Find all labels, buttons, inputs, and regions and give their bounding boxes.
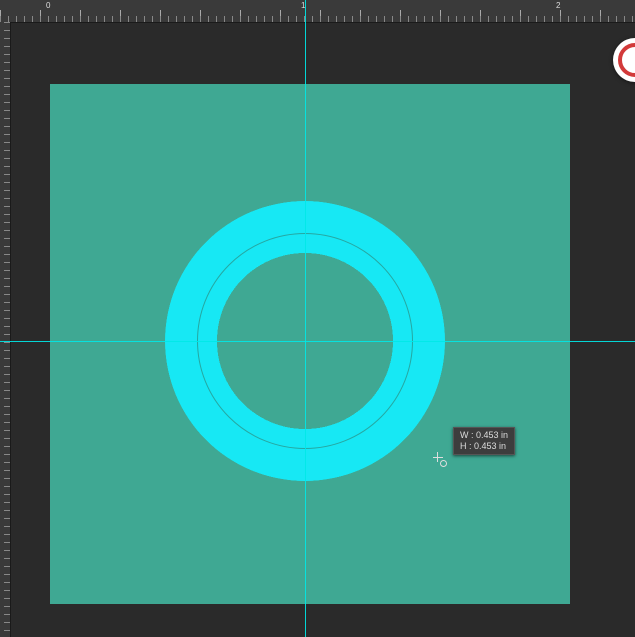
dimensions-tooltip: W : 0.453 in H : 0.453 in [453,427,515,455]
record-icon [618,43,635,77]
ruler-h-label-2: 2 [556,1,560,10]
ruler-h-label-1: 1 [301,1,305,10]
tooltip-h-value: 0.453 in [474,441,506,451]
tooltip-w-row: W : 0.453 in [460,430,508,441]
tooltip-w-label: W : [460,430,474,440]
ruler-horizontal[interactable]: 0 1 2 [0,0,635,23]
ruler-h-ticks [0,0,635,22]
ruler-v-ticks [0,22,10,637]
tooltip-h-label: H : [460,441,472,451]
ruler-h-label-0: 0 [46,1,50,10]
canvas-stage[interactable] [10,22,635,637]
tooltip-h-row: H : 0.453 in [460,441,508,452]
tooltip-w-value: 0.453 in [476,430,508,440]
artboard[interactable] [50,84,570,604]
ring-shape[interactable] [165,201,445,481]
